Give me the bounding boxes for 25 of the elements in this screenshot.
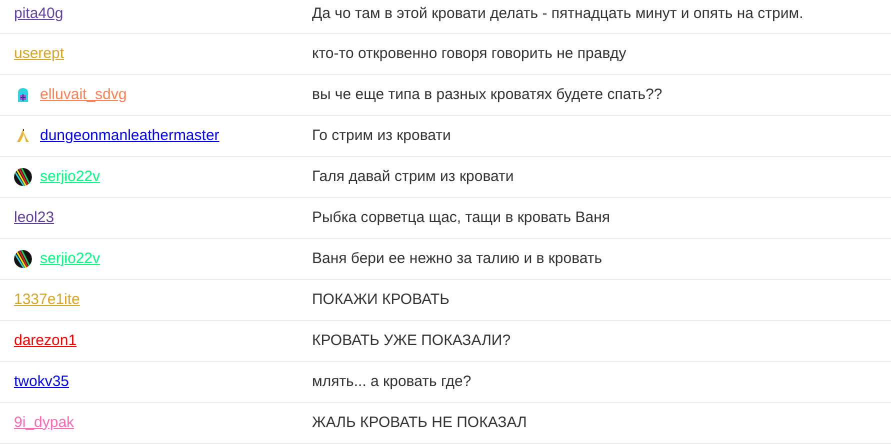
chat-message: ЖАЛЬ КРОВАТЬ НЕ ПОКАЗАЛ	[312, 412, 527, 433]
username-link[interactable]: serjio22v	[40, 166, 100, 188]
username-link[interactable]: leol23	[14, 206, 54, 230]
chat-message: Го стрим из кровати	[312, 126, 451, 146]
username-link[interactable]: pita40g	[14, 3, 64, 26]
chat-message: Ваня бери ее нежно за талию и в кровать	[312, 248, 602, 269]
striped-circle-icon	[14, 250, 32, 268]
chat-message: ПОКАЖИ КРОВАТЬ	[312, 290, 450, 310]
chat-message: кто-то откровенно говоря говорить не правду	[312, 44, 626, 64]
chat-message: Рыбка сорветца щас, тащи в кровать Ваня	[312, 208, 610, 228]
username-link[interactable]: serjio22v	[40, 248, 100, 270]
username-link[interactable]: twokv35	[14, 370, 70, 394]
chat-message: млять... а кровать где?	[312, 372, 472, 392]
banana-icon	[14, 127, 32, 145]
chat-message: Галя давай стрим из кровати	[312, 166, 514, 187]
striped-circle-icon	[14, 168, 32, 186]
username-link[interactable]: userept	[14, 42, 64, 66]
username-link[interactable]: elluvait_sdvg	[40, 84, 127, 106]
chat-message: вы че еще типа в разных кроватях будете спать??	[312, 84, 662, 105]
username-link[interactable]: 1337e1ite	[14, 288, 80, 312]
chat-message: КРОВАТЬ УЖЕ ПОКАЗАЛИ?	[312, 330, 511, 351]
username-link[interactable]: darezon1	[14, 330, 77, 352]
username-link[interactable]: dungeonmanleathermaster	[40, 124, 220, 148]
username-link[interactable]: 9i_dypak	[14, 412, 74, 434]
chat-message: Да чо там в этой кровати делать - пятнадцать минут и опять на стрим.	[312, 4, 804, 24]
